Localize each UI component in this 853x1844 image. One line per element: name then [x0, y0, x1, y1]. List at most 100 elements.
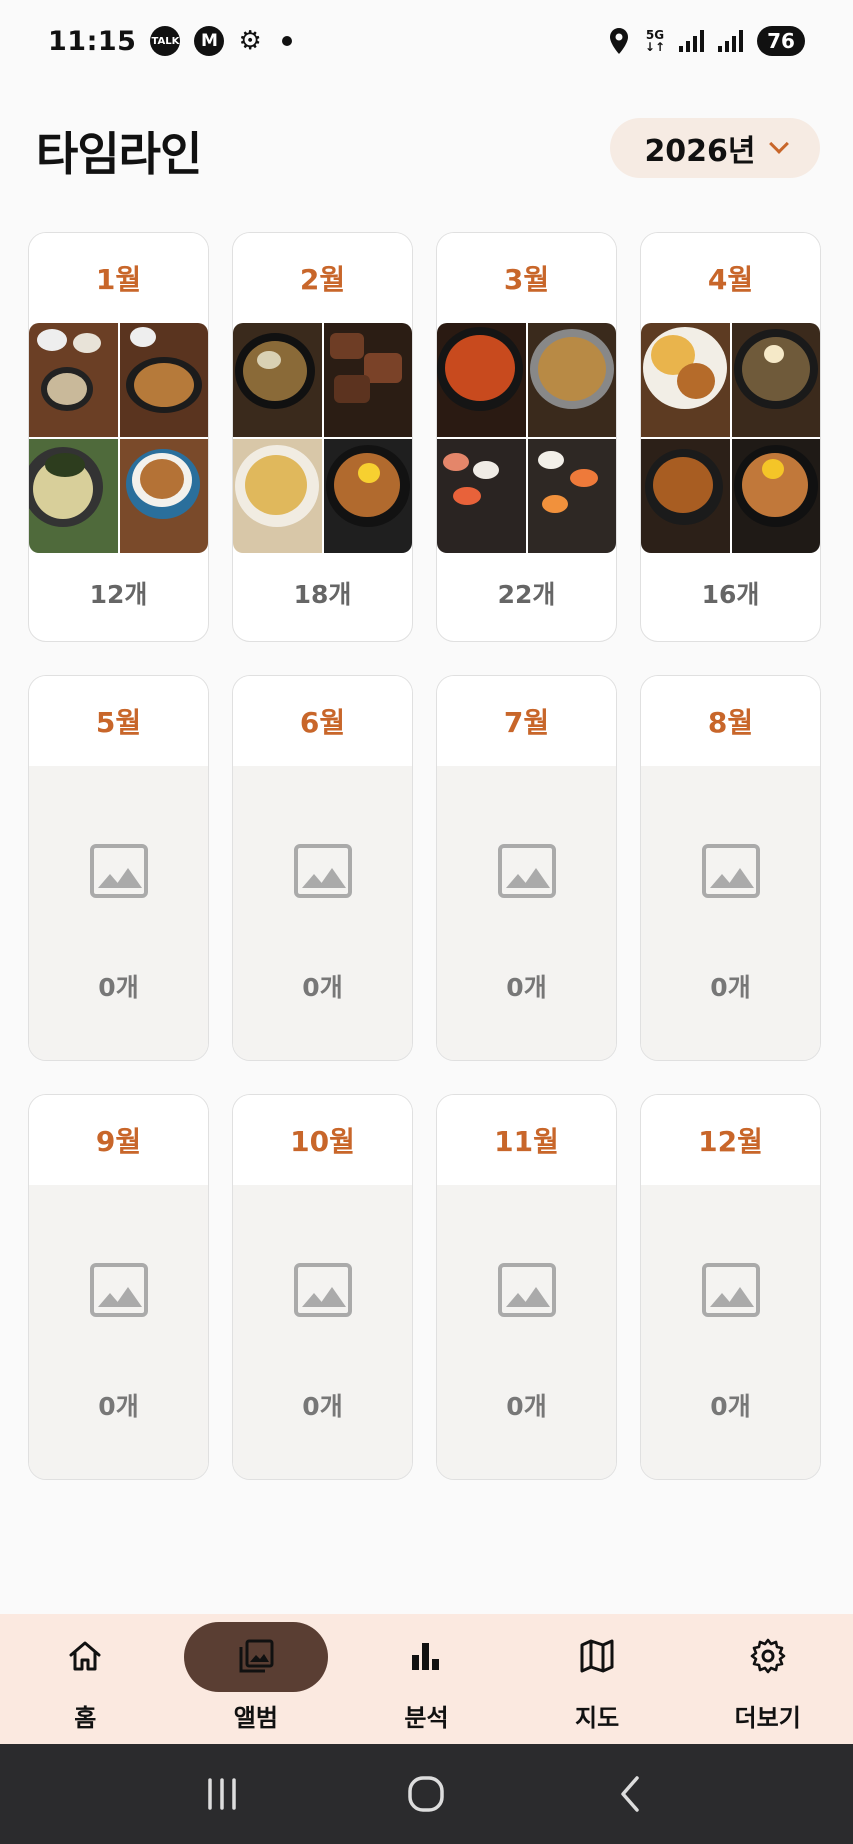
- month-label: 4월: [641, 233, 820, 323]
- image-placeholder-icon: [498, 844, 556, 898]
- page-title: 타임라인: [36, 127, 202, 181]
- nav-map[interactable]: 지도: [522, 1614, 672, 1744]
- network-5g-icon: 5G ↓↑: [644, 28, 665, 54]
- chevron-down-icon: [768, 134, 789, 154]
- empty-placeholder: [641, 766, 820, 1060]
- photo-count: 0개: [506, 973, 547, 1002]
- bar-chart-icon: [406, 1636, 446, 1676]
- food-photo: [437, 439, 526, 553]
- gear-icon: [748, 1636, 788, 1676]
- food-photo: [527, 439, 616, 553]
- photo-count: 16개: [701, 580, 760, 609]
- photo-collage: [29, 323, 208, 553]
- recent-apps-button[interactable]: [192, 1764, 252, 1824]
- settings-notification-icon: ⚙: [238, 26, 262, 56]
- month-label: 2월: [233, 233, 412, 323]
- battery-icon: 76: [757, 26, 805, 56]
- month-card-1[interactable]: 1월 12개: [28, 232, 209, 642]
- month-card-3[interactable]: 3월 22개: [436, 232, 617, 642]
- food-photo: [233, 439, 322, 553]
- food-photo: [437, 323, 526, 437]
- food-photo: [731, 323, 820, 437]
- month-card-2[interactable]: 2월 18개: [232, 232, 413, 642]
- month-card-6[interactable]: 6월 0개: [232, 675, 413, 1061]
- food-photo: [323, 323, 412, 437]
- month-label: 9월: [29, 1095, 208, 1185]
- nav-more[interactable]: 더보기: [693, 1614, 843, 1744]
- month-label: 7월: [437, 676, 616, 766]
- nav-label: 분석: [404, 1704, 449, 1732]
- month-card-5[interactable]: 5월 0개: [28, 675, 209, 1061]
- food-photo: [323, 439, 412, 553]
- photo-count: 0개: [506, 1392, 547, 1421]
- photo-count: 22개: [497, 580, 556, 609]
- food-photo: [29, 439, 118, 553]
- month-grid: 1월 12개 2월 18개 3월 22개 4월 16개 5월 0개 6월 0개 …: [28, 232, 822, 1480]
- nav-label: 지도: [574, 1704, 620, 1732]
- photo-collage: [641, 323, 820, 553]
- month-label: 3월: [437, 233, 616, 323]
- nav-album[interactable]: 앨범: [181, 1614, 331, 1744]
- image-placeholder-icon: [702, 844, 760, 898]
- nav-analysis[interactable]: 분석: [351, 1614, 501, 1744]
- image-placeholder-icon: [498, 1263, 556, 1317]
- system-nav-bar: [0, 1744, 853, 1844]
- food-photo: [641, 439, 730, 553]
- nav-label: 더보기: [734, 1704, 801, 1732]
- month-card-8[interactable]: 8월 0개: [640, 675, 821, 1061]
- month-label: 6월: [233, 676, 412, 766]
- month-card-10[interactable]: 10월 0개: [232, 1094, 413, 1480]
- food-photo: [641, 323, 730, 437]
- photo-count: 0개: [302, 1392, 343, 1421]
- empty-placeholder: [437, 1185, 616, 1479]
- photo-count: 0개: [302, 973, 343, 1002]
- home-icon: [65, 1636, 105, 1676]
- month-label: 5월: [29, 676, 208, 766]
- month-label: 8월: [641, 676, 820, 766]
- month-card-4[interactable]: 4월 16개: [640, 232, 821, 642]
- photo-count: 0개: [710, 973, 751, 1002]
- status-left: 11:15 TALK M ⚙: [48, 26, 292, 57]
- month-card-12[interactable]: 12월 0개: [640, 1094, 821, 1480]
- photo-collage: [233, 323, 412, 553]
- photo-collage: [437, 323, 616, 553]
- empty-placeholder: [437, 766, 616, 1060]
- image-placeholder-icon: [90, 1263, 148, 1317]
- location-icon: [609, 28, 628, 54]
- month-card-7[interactable]: 7월 0개: [436, 675, 617, 1061]
- empty-placeholder: [233, 1185, 412, 1479]
- recent-apps-icon: [208, 1778, 236, 1810]
- back-button[interactable]: [601, 1764, 661, 1824]
- image-placeholder-icon: [90, 844, 148, 898]
- month-label: 1월: [29, 233, 208, 323]
- food-photo: [233, 323, 322, 437]
- network-label: 5G: [645, 28, 665, 42]
- nav-label: 앨범: [233, 1704, 278, 1732]
- kakaotalk-icon: TALK: [150, 26, 181, 56]
- month-card-11[interactable]: 11월 0개: [436, 1094, 617, 1480]
- photo-count: 12개: [89, 580, 148, 609]
- status-right: 5G ↓↑ 76: [607, 26, 805, 56]
- more-notifications-dot-icon: [281, 36, 292, 46]
- back-chevron-icon: [621, 1776, 639, 1812]
- image-placeholder-icon: [294, 844, 352, 898]
- bottom-nav: 홈 앨범 분석 지도 더보기: [0, 1614, 853, 1744]
- year-selector[interactable]: 2026년: [610, 118, 820, 178]
- month-label: 10월: [233, 1095, 412, 1185]
- empty-placeholder: [29, 1185, 208, 1479]
- nav-home[interactable]: 홈: [10, 1614, 160, 1744]
- photo-count: 18개: [293, 580, 352, 609]
- photo-count: 0개: [710, 1392, 751, 1421]
- status-bar: 11:15 TALK M ⚙ 5G ↓↑ 76: [0, 0, 853, 82]
- signal-icon-2: [718, 30, 743, 52]
- month-card-9[interactable]: 9월 0개: [28, 1094, 209, 1480]
- gmail-icon: M: [194, 26, 225, 56]
- food-photo: [119, 323, 208, 437]
- home-button[interactable]: [396, 1764, 456, 1824]
- month-label: 11월: [437, 1095, 616, 1185]
- food-photo: [29, 323, 118, 437]
- month-label: 12월: [641, 1095, 820, 1185]
- nav-label: 홈: [74, 1704, 97, 1732]
- image-placeholder-icon: [702, 1263, 760, 1317]
- empty-placeholder: [641, 1185, 820, 1479]
